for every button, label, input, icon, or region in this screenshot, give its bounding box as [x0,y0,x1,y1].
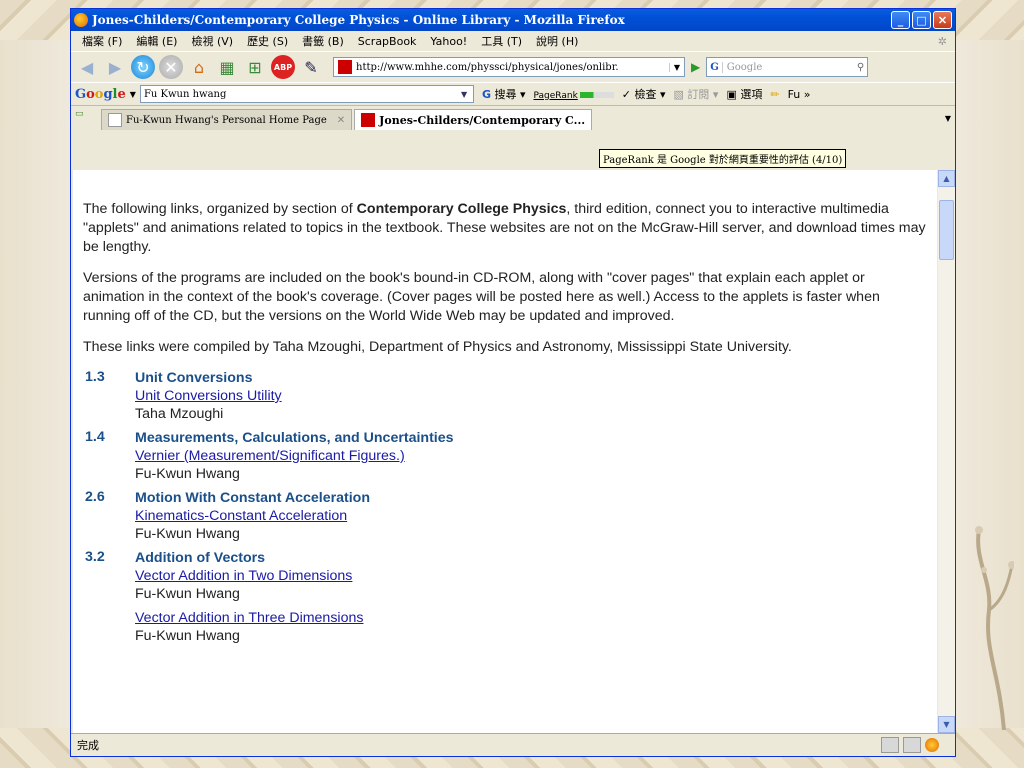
maximize-button[interactable]: □ [912,11,931,29]
tab-personal-home-page[interactable]: Fu-Kwun Hwang's Personal Home Page ✕ [101,109,353,130]
new-tab-icon[interactable]: ▭ [75,109,95,127]
pagerank-tooltip: PageRank 是 Google 對於網頁重要性的評估 (4/10) [599,149,847,168]
cdrom-paragraph: Versions of the programs are included on… [83,270,880,324]
google-search-button[interactable]: G 搜尋 ▾ [482,86,526,102]
page-content: The following links, organized by sectio… [73,170,937,733]
bookmark-icon[interactable]: ▦ [215,55,239,79]
status-text: 完成 [77,739,99,752]
applet-author: Fu-Kwun Hwang [135,526,240,542]
firefox-icon [74,13,88,27]
section-title: Addition of Vectors [135,550,266,566]
status-panel-icon[interactable] [903,737,921,753]
section-title: Unit Conversions [135,370,253,386]
search-box[interactable]: G Google ⚲ [706,57,869,77]
highlighter-icon[interactable]: ✏ [770,88,779,101]
section-entry: 2.6 Motion With Constant Acceleration Ki… [85,489,927,543]
home-button[interactable]: ⌂ [187,55,211,79]
menu-view[interactable]: 檢視 (V) [184,33,240,49]
pagerank-indicator[interactable]: PageRank [534,88,614,101]
stop-button[interactable]: ✕ [159,55,183,79]
menu-help[interactable]: 說明 (H) [529,33,585,49]
search-icon[interactable]: ⚲ [857,62,867,73]
google-menu-dropdown-icon[interactable]: ▼ [130,90,136,99]
google-logo[interactable]: Google [75,87,126,102]
search-input[interactable]: Google [723,62,857,73]
applet-link[interactable]: Vernier (Measurement/Significant Figures… [135,447,927,465]
applet-author: Fu-Kwun Hwang [135,628,240,644]
section-title: Motion With Constant Acceleration [135,490,371,506]
firefox-status-icon[interactable] [925,738,939,752]
title-bar: Jones-Childers/Contemporary College Phys… [71,9,955,31]
page-icon [108,113,122,127]
section-number: 1.4 [85,429,105,445]
url-bar[interactable]: http://www.mhhe.com/physsci/physical/jon… [333,57,685,77]
menu-edit[interactable]: 編輯 (E) [129,33,184,49]
search-engine-icon[interactable]: G [707,61,723,73]
credits-paragraph: These links were compiled by Taha Mzough… [83,339,792,355]
url-dropdown-icon[interactable]: ▼ [669,62,684,72]
vertical-scrollbar[interactable]: ▲ ▼ [938,170,955,733]
site-favicon [338,60,352,74]
minimize-button[interactable]: _ [891,11,910,29]
menu-bar: 檔案 (F) 編輯 (E) 檢視 (V) 歷史 (S) 書籤 (B) Scrap… [71,31,955,51]
applet-author: Fu-Kwun Hwang [135,466,240,482]
section-title: Measurements, Calculations, and Uncertai… [135,430,454,446]
forward-button[interactable]: ▶ [103,55,127,79]
tab-bar: ▭ Fu-Kwun Hwang's Personal Home Page ✕ J… [71,105,955,130]
close-button[interactable]: ✕ [933,11,952,29]
applet-author: Fu-Kwun Hwang [135,586,240,602]
menu-bookmarks[interactable]: 書籤 (B) [295,33,351,49]
window-title: Jones-Childers/Contemporary College Phys… [92,13,625,27]
section-entry: 1.3 Unit Conversions Unit Conversions Ut… [85,369,927,423]
section-entry: 3.2 Addition of Vectors Vector Addition … [85,549,927,645]
list-all-tabs-icon[interactable]: ▼ [945,114,951,123]
scrollbar-thumb[interactable] [939,200,954,260]
applet-link[interactable]: Vector Addition in Two Dimensions [135,567,927,585]
menu-scrapbook[interactable]: ScrapBook [351,35,424,48]
browser-window: Jones-Childers/Contemporary College Phys… [70,8,956,757]
menu-history[interactable]: 歷史 (S) [240,33,295,49]
go-button[interactable]: ▶ [691,60,700,74]
intro-paragraph: The following links, organized by sectio… [83,201,926,255]
applet-link[interactable]: Vector Addition in Three Dimensions [135,609,927,627]
scroll-down-icon[interactable]: ▼ [938,716,955,733]
back-button[interactable]: ◀ [75,55,99,79]
section-entry: 1.4 Measurements, Calculations, and Unce… [85,429,927,483]
throbber-icon: ✲ [937,34,947,48]
reload-button[interactable]: ↻ [131,55,155,79]
site-favicon [361,113,376,127]
section-number: 2.6 [85,489,105,505]
spellcheck-button[interactable]: ✓ 檢查 ▾ [622,86,666,102]
menu-file[interactable]: 檔案 (F) [75,33,129,49]
url-text[interactable]: http://www.mhhe.com/physsci/physical/jon… [356,62,669,73]
plum-blossom-decoration [975,526,1014,730]
applet-author: Taha Mzoughi [135,406,224,422]
google-toolbar: Google ▼ Fu Kwun hwang ▼ G 搜尋 ▾ PageRank… [71,82,955,105]
navigation-toolbar: ◀ ▶ ↻ ✕ ⌂ ▦ ⊞ ABP ✎ http://www.mhhe.com/… [71,51,955,82]
applet-link[interactable]: Kinematics-Constant Acceleration [135,507,927,525]
status-bar: 完成 [71,733,955,756]
options-button[interactable]: ▣ 選項 [726,86,762,102]
pagerank-bar [579,91,614,98]
applet-link[interactable]: Unit Conversions Utility [135,387,927,405]
scroll-up-icon[interactable]: ▲ [938,170,955,187]
section-number: 3.2 [85,549,105,565]
menu-tools[interactable]: 工具 (T) [474,33,529,49]
user-account-button[interactable]: Fu » [788,88,811,101]
section-list: 1.3 Unit Conversions Unit Conversions Ut… [85,369,927,645]
add-icon[interactable]: ⊞ [243,55,267,79]
menu-yahoo[interactable]: Yahoo! [423,35,474,48]
tab-close-icon[interactable]: ✕ [337,115,345,126]
tab-contemporary-physics[interactable]: Jones-Childers/Contemporary C... [354,109,593,130]
google-search-input[interactable]: Fu Kwun hwang ▼ [139,85,474,103]
google-search-dropdown-icon[interactable]: ▼ [461,90,473,99]
section-number: 1.3 [85,369,105,385]
status-icon[interactable] [881,737,899,753]
adblock-icon[interactable]: ABP [271,55,295,79]
background-left-pattern [0,0,70,768]
subscribe-button[interactable]: ▧ 訂閱 ▾ [674,86,719,102]
scrapbook-icon[interactable]: ✎ [299,55,323,79]
